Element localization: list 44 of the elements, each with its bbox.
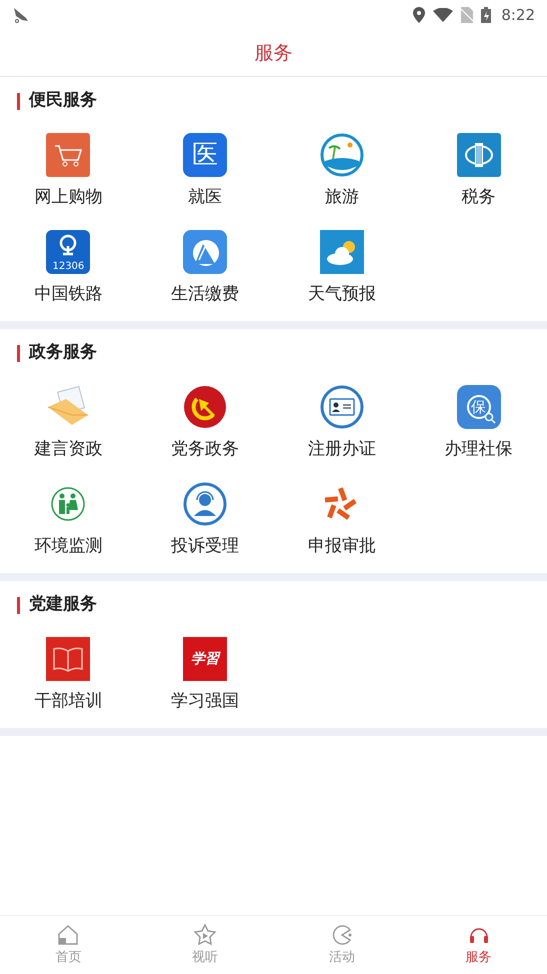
service-item[interactable]: 环境监测: [0, 474, 137, 571]
page-title: 服务: [254, 40, 292, 66]
id-card-icon: [320, 385, 364, 429]
service-item[interactable]: 党务政务: [136, 377, 274, 474]
magnifier-icon: [484, 412, 496, 424]
battery-charging-icon: [481, 7, 492, 23]
section-title: 党建服务: [29, 593, 97, 616]
service-item[interactable]: 12306 中国铁路: [0, 222, 137, 319]
service-item[interactable]: 天气预报: [274, 222, 410, 319]
service-item[interactable]: 税务: [410, 125, 547, 222]
status-time: 8:22: [501, 4, 535, 26]
no-sim-icon: [461, 7, 474, 23]
home-icon: [56, 922, 80, 947]
service-item[interactable]: 生活缴费: [136, 222, 274, 319]
service-item[interactable]: 医 就医: [136, 125, 274, 222]
tax-emblem-icon: [456, 133, 501, 177]
open-book-icon: [46, 637, 90, 681]
wifi-icon: [433, 8, 454, 22]
section-marker: [17, 92, 20, 110]
section-marker: [17, 596, 20, 614]
medical-icon: 医: [183, 133, 228, 177]
bill-payment-icon: [183, 230, 228, 274]
beach-icon: [320, 133, 364, 177]
location-icon: [413, 7, 426, 23]
section-marker: [17, 344, 20, 362]
section-title: 便民服务: [29, 89, 97, 112]
shopping-cart-icon: [46, 133, 90, 177]
service-item[interactable]: 申报审批: [274, 474, 410, 571]
service-item[interactable]: 注册办证: [274, 377, 410, 474]
section-title: 政务服务: [29, 341, 97, 364]
service-item[interactable]: 旅游: [274, 125, 410, 222]
bird-icon: [12, 6, 30, 24]
service-item[interactable]: 投诉受理: [136, 474, 274, 571]
customer-support-icon: [183, 482, 228, 526]
study-logo-icon: 学習: [183, 637, 228, 681]
nav-tab[interactable]: 服务: [410, 916, 547, 974]
service-item[interactable]: 网上购物: [0, 125, 137, 222]
railway-number: 12306: [52, 262, 84, 272]
service-item[interactable]: 保 办理社保: [410, 377, 547, 474]
service-item[interactable]: 建言资政: [0, 377, 137, 474]
service-item[interactable]: 学習 学习强国: [136, 629, 274, 726]
star-play-icon: [193, 922, 218, 947]
weather-icon: [320, 230, 364, 274]
service-item[interactable]: 干部培训: [0, 629, 137, 726]
